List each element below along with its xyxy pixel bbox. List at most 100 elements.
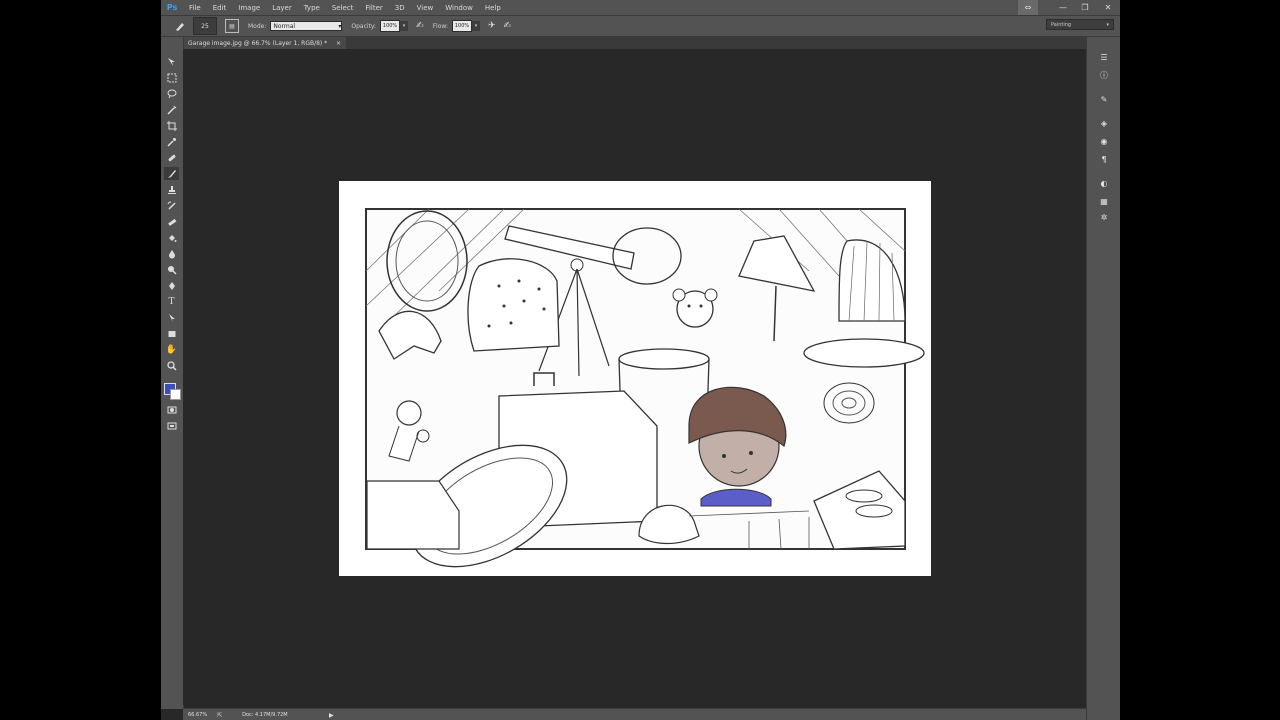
eraser-tool[interactable]: [164, 215, 179, 228]
arrange-documents-button[interactable]: ⇔: [1018, 0, 1038, 15]
move-tool[interactable]: [164, 55, 179, 68]
zoom-level[interactable]: 66.67%: [188, 712, 207, 718]
menu-3d[interactable]: 3D: [389, 4, 411, 12]
status-bar: 66.67% ⇱ Doc: 4.17M/9.72M ▶: [183, 708, 1086, 720]
restore-button[interactable]: ❐: [1074, 0, 1096, 15]
workspace-label: Painting: [1051, 21, 1072, 28]
export-icon[interactable]: ⇱: [217, 712, 222, 719]
status-menu-arrow-icon[interactable]: ▶: [329, 712, 334, 719]
info-panel-icon[interactable]: ⓘ: [1097, 69, 1111, 81]
menu-view[interactable]: View: [411, 4, 440, 12]
pressure-size-icon[interactable]: ✍: [504, 21, 512, 31]
hand-icon: ✋: [165, 344, 178, 355]
character-panel-icon[interactable]: ¶: [1097, 153, 1111, 165]
document-tab[interactable]: Garage image.jpg @ 66.7% (Layer 1, RGB/8…: [183, 37, 346, 49]
paint-bucket-icon: [168, 234, 176, 242]
quick-mask-icon: [167, 406, 176, 413]
chevron-down-icon: ▾: [338, 22, 342, 30]
eraser-icon: [167, 218, 176, 226]
document-canvas[interactable]: [339, 181, 931, 576]
menu-help[interactable]: Help: [479, 4, 507, 12]
menu-type[interactable]: Type: [298, 4, 326, 12]
dodge-tool[interactable]: [164, 263, 179, 276]
move-icon: [167, 57, 175, 66]
magic-wand-icon: [166, 105, 176, 115]
canvas-area[interactable]: [183, 49, 1086, 705]
hand-tool[interactable]: ✋: [164, 343, 179, 356]
panel-dock: ☰ ⓘ ✎ ◈ ◉ ¶ ◐ ▦ ✲: [1086, 37, 1120, 720]
close-tab-icon[interactable]: ×: [336, 40, 341, 47]
tool-preset-picker[interactable]: [171, 18, 189, 34]
zoom-tool[interactable]: [164, 359, 179, 372]
crop-icon: [166, 120, 177, 131]
path-selection-tool[interactable]: [164, 311, 179, 324]
mode-label: Mode:: [248, 22, 267, 30]
close-button[interactable]: ✕: [1096, 0, 1120, 15]
workspace-switcher[interactable]: Painting ▾: [1046, 19, 1114, 30]
pen-icon: [168, 281, 175, 290]
type-tool[interactable]: T: [164, 295, 179, 308]
document-tab-title: Garage image.jpg @ 66.7% (Layer 1, RGB/8…: [188, 39, 328, 47]
tools-panel: T ✋: [161, 37, 184, 709]
shape-tool[interactable]: [164, 327, 179, 340]
marquee-icon: [167, 73, 176, 82]
document-tab-bar: Garage image.jpg @ 66.7% (Layer 1, RGB/8…: [183, 37, 1086, 49]
swatches-panel-icon[interactable]: ▦: [1097, 195, 1111, 207]
photoshop-logo: Ps: [166, 3, 178, 12]
channels-panel-icon[interactable]: ◉: [1097, 135, 1111, 147]
paint-bucket-tool[interactable]: [164, 231, 179, 244]
type-icon: T: [168, 296, 175, 307]
menu-file[interactable]: File: [183, 4, 207, 12]
menu-select[interactable]: Select: [326, 4, 360, 12]
clone-stamp-tool[interactable]: [164, 183, 179, 196]
brush-tool[interactable]: [164, 167, 179, 180]
opacity-label: Opacity:: [351, 22, 377, 30]
airbrush-icon[interactable]: ✈: [488, 21, 496, 31]
opacity-dropdown[interactable]: ▾: [400, 21, 409, 31]
menu-bar: Ps File Edit Image Layer Type Select Fil…: [161, 0, 1120, 16]
window-controls: ⇔ — ❐ ✕: [1018, 0, 1120, 15]
droplet-icon: [168, 249, 175, 258]
marquee-tool[interactable]: [164, 71, 179, 84]
eyedropper-tool[interactable]: [164, 135, 179, 148]
screen-mode-icon: [167, 422, 176, 429]
menu-window[interactable]: Window: [439, 4, 479, 12]
lasso-tool[interactable]: [164, 87, 179, 100]
blur-tool[interactable]: [164, 247, 179, 260]
screen-mode-button[interactable]: [164, 419, 179, 432]
history-brush-icon: [167, 201, 176, 210]
menu-filter[interactable]: Filter: [359, 4, 388, 12]
flow-field[interactable]: 100%: [451, 20, 472, 32]
layers-panel-icon[interactable]: ◈: [1097, 117, 1111, 129]
pen-tool[interactable]: [164, 279, 179, 292]
quick-selection-tool[interactable]: [164, 103, 179, 116]
flow-dropdown[interactable]: ▾: [471, 21, 480, 31]
brush-panel-toggle-icon[interactable]: ▤: [225, 19, 239, 33]
brush-icon: [167, 169, 176, 178]
eyedropper-icon: [166, 137, 176, 147]
options-bar: 25 ▤ Mode: Normal ▾ Opacity: 100% ▾ ✍ Fl…: [161, 16, 1120, 37]
crop-tool[interactable]: [164, 119, 179, 132]
mode-select[interactable]: Normal ▾: [270, 21, 343, 31]
healing-brush-tool[interactable]: [164, 151, 179, 164]
background-color-swatch[interactable]: [170, 389, 181, 400]
quick-mask-button[interactable]: [164, 403, 179, 416]
garage-sketch-artwork: [339, 181, 931, 576]
lasso-icon: [167, 89, 176, 98]
document-size: Doc: 4.17M/9.72M: [242, 712, 288, 718]
minimize-button[interactable]: —: [1052, 0, 1074, 15]
history-brush-tool[interactable]: [164, 199, 179, 212]
brush-presets-panel-icon[interactable]: ✎: [1097, 93, 1111, 105]
styles-panel-icon[interactable]: ✲: [1097, 211, 1111, 223]
adjustments-panel-icon[interactable]: ◐: [1097, 177, 1111, 189]
chevron-down-icon: ▾: [1106, 21, 1109, 28]
menu-image[interactable]: Image: [232, 4, 266, 12]
menu-edit[interactable]: Edit: [207, 4, 233, 12]
path-selection-icon: [168, 313, 175, 322]
opacity-field[interactable]: 100%: [380, 20, 401, 32]
bandage-icon: [168, 154, 175, 161]
history-panel-icon[interactable]: ☰: [1097, 51, 1111, 63]
menu-layer[interactable]: Layer: [266, 4, 298, 12]
pressure-opacity-icon[interactable]: ✍: [416, 21, 424, 31]
brush-size-picker[interactable]: 25: [193, 17, 217, 35]
